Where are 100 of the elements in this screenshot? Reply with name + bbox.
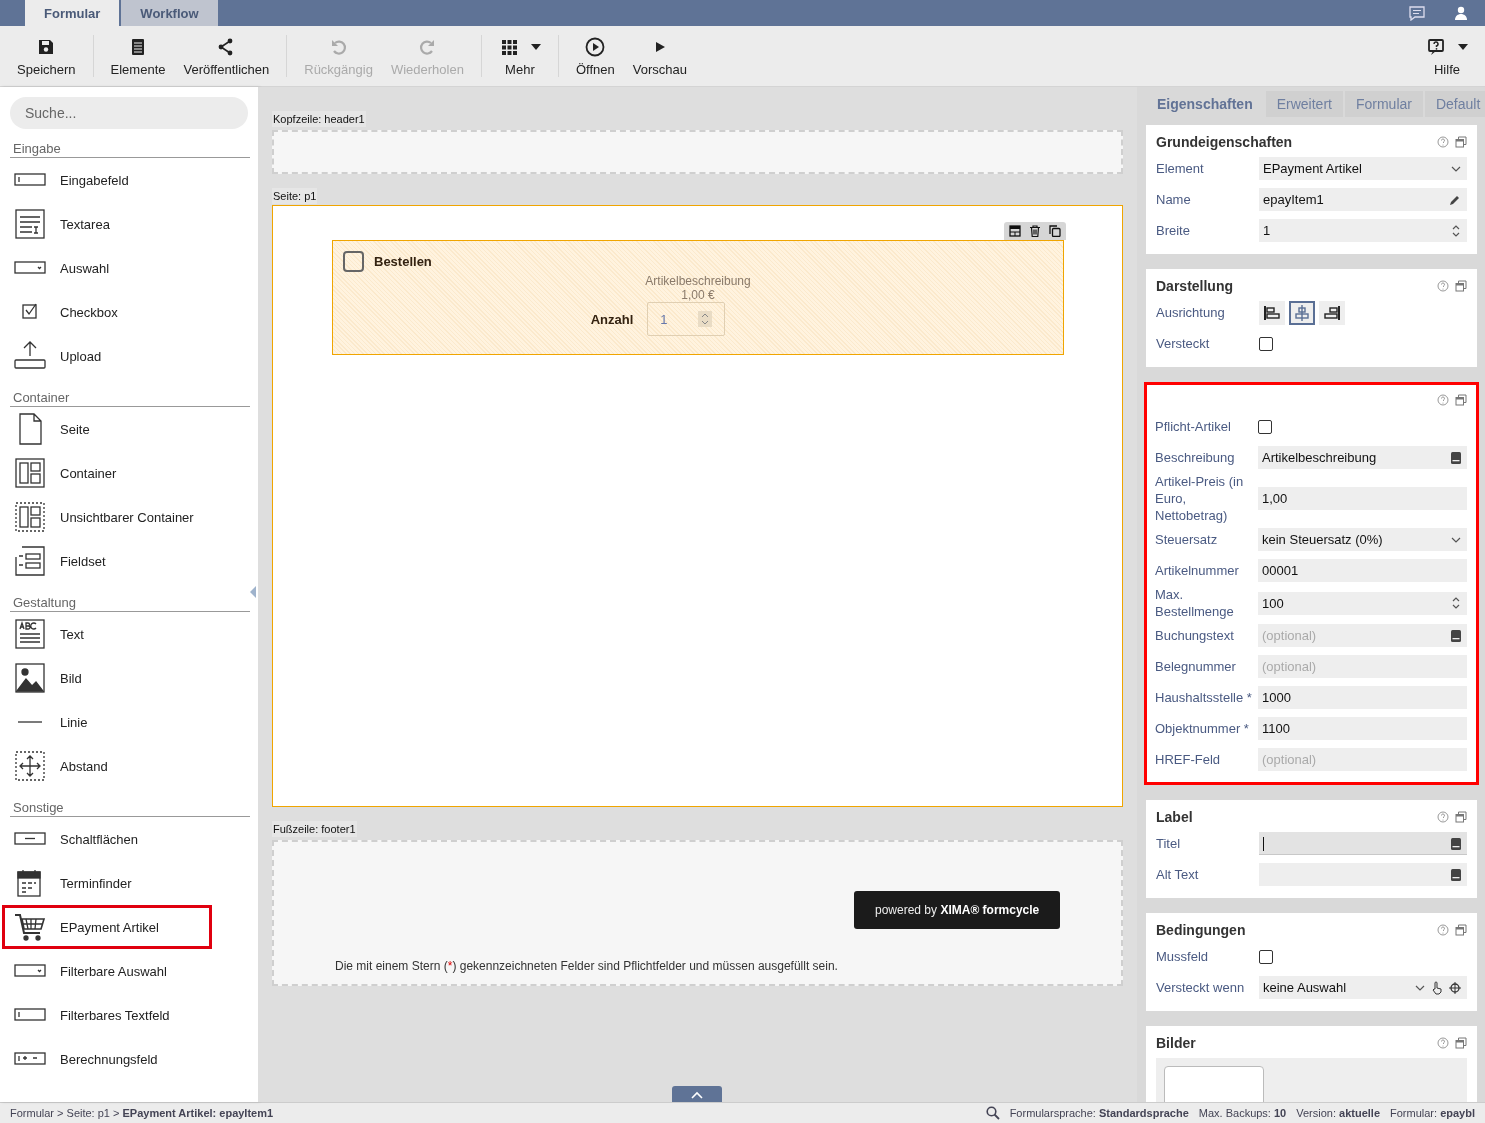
toolbar-button[interactable]: Veröffentlichen [174,35,279,77]
caret-icon [1458,43,1468,50]
checkbox[interactable] [1258,419,1272,434]
input-field[interactable]: 1000 [1258,686,1467,709]
field-label: Versteckt wenn [1156,979,1246,996]
element-list-item[interactable]: Filterbare Auswahl [10,949,220,993]
select-field[interactable]: kein Steuersatz (0%) [1258,528,1467,551]
section-heading: Sonstige [10,800,250,817]
pencil-icon[interactable] [1449,193,1461,206]
field-label: Breite [1156,222,1191,239]
element-list-item[interactable]: Bild [10,656,220,700]
chat-icon[interactable] [1409,5,1425,21]
status-item: Max. Backups: 10 [1198,1107,1287,1119]
element-list-item[interactable]: Schaltflächen [10,817,220,861]
help-icon [1426,36,1446,57]
book-icon[interactable] [1451,837,1461,850]
element-list-item[interactable]: Fieldset [10,539,220,583]
hand-pointer-icon[interactable] [1431,980,1443,995]
textarea-element-icon [14,208,46,240]
powered-by-badge[interactable]: powered by XIMA® formcycle [854,891,1061,929]
element-list-item[interactable]: EPayment Artikel [2,905,212,949]
input-field[interactable] [1259,863,1467,886]
align-right-button[interactable] [1319,300,1345,325]
checkbox[interactable] [1259,949,1273,964]
user-icon[interactable] [1453,5,1469,21]
toolbar-button[interactable]: Speichern [8,35,85,77]
element-list-item[interactable]: Seite [10,407,220,451]
element-list-item[interactable]: Eingabefeld [10,158,220,202]
crosshair-icon[interactable] [1449,981,1461,994]
element-list-item[interactable]: Checkbox [10,290,220,334]
input-field[interactable]: 100 [1258,591,1467,615]
field-label: Titel [1156,835,1182,852]
input-field[interactable]: Artikelbeschreibung [1258,446,1467,469]
breadcrumb: Formular > Seite: p1 > EPayment Artikel: epayItem1 [10,1107,274,1119]
element-list-item[interactable]: Auswahl [10,246,220,290]
chevron-down-icon[interactable] [1451,536,1461,543]
epayment-element[interactable]: Bestellen Artikelbeschreibung 1,00 € Anzahl 1 [332,240,1064,355]
input-field[interactable]: epayItem1 [1259,188,1467,211]
window-icon[interactable] [1455,924,1467,936]
spinner-icon[interactable] [698,311,713,327]
field-label: Belegnummer [1155,658,1237,675]
element-list-item[interactable]: Linie [10,700,220,744]
card-title: Grundeigenschaften [1156,134,1293,150]
element-list-item[interactable]: Container [10,451,220,495]
element-list-item[interactable]: Abstand [10,744,220,788]
element-list-item[interactable]: Upload [10,334,220,378]
zone-label: Fußzeile: footer1 [272,821,357,837]
toolbar-button[interactable]: Vorschau [623,35,696,77]
element-list-item[interactable]: Unsichtbarer Container [10,495,220,539]
align-left-button[interactable] [1259,300,1285,325]
trash-icon[interactable] [1029,225,1041,237]
window-icon[interactable] [1455,1037,1467,1049]
input-field[interactable]: 1,00 [1258,487,1467,510]
chevron-down-icon[interactable] [1415,984,1425,991]
section-heading: Gestaltung [10,595,250,612]
checkbox[interactable] [1259,336,1273,351]
toolbar-button[interactable]: Öffnen [566,35,624,77]
input-field[interactable] [1259,832,1467,855]
align-center-button[interactable] [1289,300,1315,325]
element-list-item[interactable]: Textarea [10,202,220,246]
toolbar-button[interactable]: Elemente [101,35,175,77]
element-list-item[interactable]: Berechnungsfeld [10,1037,220,1081]
book-icon[interactable] [1451,868,1461,881]
status-item: Formularsprache: Standardsprache [1009,1107,1189,1119]
input-field[interactable]: 1100 [1258,717,1467,740]
quantity-label: Anzahl [590,311,634,327]
book-icon[interactable] [1451,451,1461,464]
select-field[interactable]: keine Auswahl [1259,976,1467,999]
search-icon[interactable] [985,1106,1000,1120]
card-title: Bilder [1156,1035,1196,1051]
scroll-up-button[interactable] [672,1086,722,1102]
checkbox[interactable] [343,251,364,272]
copy-icon[interactable] [1049,225,1061,237]
tab[interactable]: Formular [25,0,120,26]
window-icon[interactable] [1455,394,1467,406]
chevron-up-icon [691,1090,703,1099]
window-icon[interactable] [1455,811,1467,823]
search-field[interactable]: Suche... [10,97,248,129]
checkbox-label: Bestellen [374,254,432,269]
element-list-item[interactable]: Terminfinder [10,861,220,905]
zone-label: Kopfzeile: header1 [272,111,366,127]
tab[interactable]: Workflow [121,0,218,26]
quantity-field[interactable]: 1 [647,302,726,336]
status-item: Version: aktuelle [1296,1107,1380,1119]
cart-icon [14,911,46,943]
spinner-icon[interactable] [1451,595,1461,611]
element-list-item[interactable]: Filterbares Textfeld [10,993,220,1037]
chevron-down-icon[interactable] [1451,165,1461,172]
layout-icon[interactable] [1009,225,1021,237]
text-element-icon [14,618,46,650]
zone-label: Seite: p1 [272,188,318,204]
book-icon[interactable] [1451,629,1461,642]
window-icon[interactable] [1455,136,1467,148]
input-field[interactable]: 00001 [1258,559,1467,582]
window-icon[interactable] [1455,280,1467,292]
select-field[interactable]: EPayment Artikel [1259,157,1467,180]
element-list-item[interactable]: Text [10,612,220,656]
help-button[interactable]: Hilfe [1417,35,1477,77]
toolbar-button[interactable]: Mehr [489,35,550,77]
input-field[interactable]: 1 [1259,219,1467,242]
